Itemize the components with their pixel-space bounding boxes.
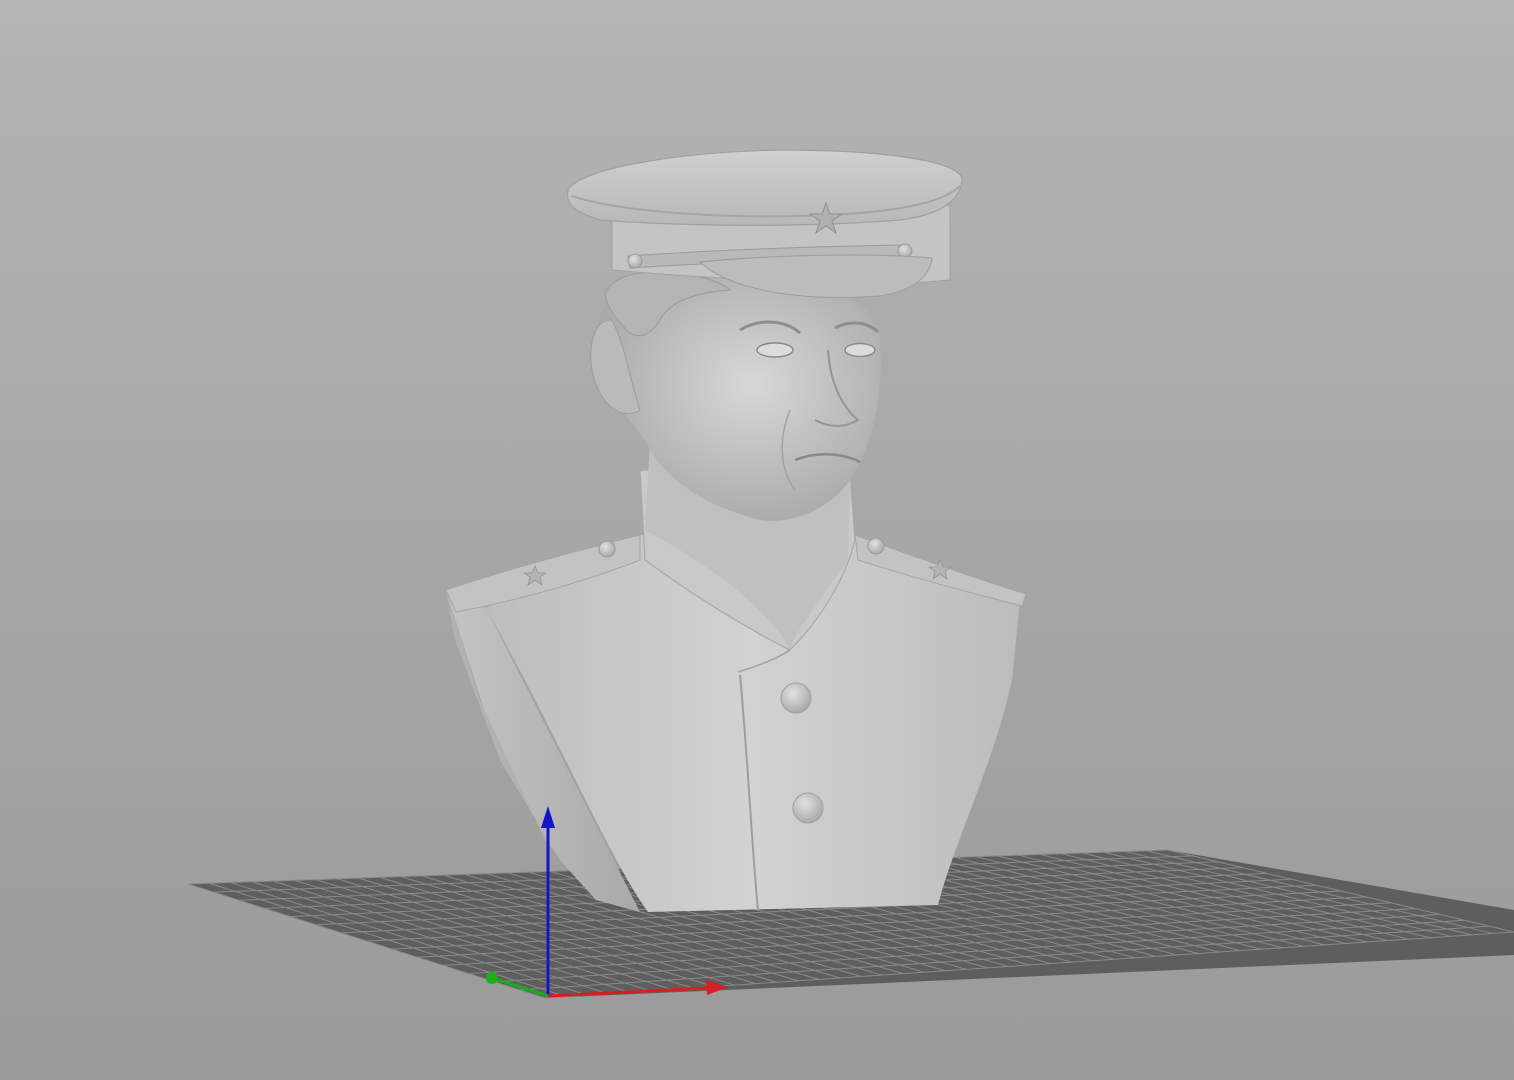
bust-model[interactable] xyxy=(445,149,1027,912)
scene-canvas[interactable] xyxy=(0,0,1514,1080)
right-eye xyxy=(844,342,876,358)
cap-strap-button-left xyxy=(627,253,643,269)
axis-y-handle-icon xyxy=(486,972,498,984)
3d-viewport[interactable] xyxy=(0,0,1514,1080)
epaulette-button-right xyxy=(867,537,885,555)
uniform-button-2 xyxy=(792,792,824,824)
uniform-button-1 xyxy=(780,682,812,714)
epaulette-button-left xyxy=(598,540,616,558)
left-eye xyxy=(756,342,794,358)
cap-crown xyxy=(566,149,963,226)
